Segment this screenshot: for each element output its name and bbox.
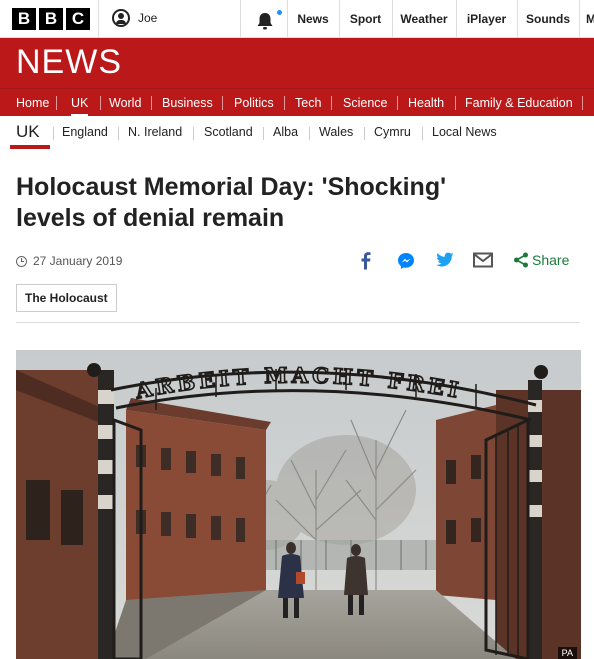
share-tools: Share (356, 250, 580, 272)
topnav-news[interactable]: News (287, 0, 339, 38)
nav-separator (582, 96, 583, 110)
nav-separator (151, 96, 152, 110)
news-logo[interactable]: NEWS (16, 43, 122, 82)
nav-separator (222, 96, 223, 110)
news-masthead: NEWS (0, 38, 594, 88)
subnav-n-ireland[interactable]: N. Ireland (128, 125, 182, 139)
twitter-icon[interactable] (436, 252, 454, 268)
logo-letter-b2: B (39, 8, 63, 30)
clock-icon (16, 255, 27, 267)
section-tech[interactable]: Tech (295, 89, 321, 117)
subnav-active-indicator (10, 145, 50, 149)
article-photo: ARBEIT MACHT FREI PA (16, 350, 581, 659)
subnav-scotland[interactable]: Scotland (204, 125, 253, 139)
section-politics[interactable]: Politics (234, 89, 274, 117)
topnav-sport[interactable]: Sport (339, 0, 392, 38)
subnav-separator (53, 127, 54, 140)
nav-separator (455, 96, 456, 110)
header-divider (240, 0, 241, 38)
notification-dot (277, 10, 282, 15)
headline-line-1: Holocaust Memorial Day: 'Shocking' (16, 173, 447, 201)
subnav-england[interactable]: England (62, 125, 108, 139)
logo-letter-b1: B (12, 8, 36, 30)
sub-nav: UK England N. Ireland Scotland Alba Wale… (0, 116, 594, 152)
nav-separator (284, 96, 285, 110)
photo-credit: PA (557, 647, 577, 659)
share-button[interactable]: Share (532, 252, 569, 268)
nav-separator (56, 96, 57, 110)
topnav-more[interactable]: M (586, 0, 594, 38)
share-icon[interactable] (513, 252, 529, 268)
nav-separator (100, 96, 101, 110)
nav-separator (397, 96, 398, 110)
topnav-iplayer[interactable]: iPlayer (456, 0, 517, 38)
topnav-sounds[interactable]: Sounds (517, 0, 579, 38)
header-divider (579, 0, 580, 38)
bell-icon[interactable] (254, 10, 276, 32)
section-family-education[interactable]: Family & Education (465, 89, 573, 117)
date-text: 27 January 2019 (33, 254, 123, 268)
topic-tag[interactable]: The Holocaust (16, 284, 117, 312)
subnav-separator (309, 127, 310, 140)
subnav-current-uk[interactable]: UK (16, 122, 40, 142)
section-rule (16, 322, 580, 323)
section-business[interactable]: Business (162, 89, 213, 117)
subnav-wales[interactable]: Wales (319, 125, 353, 139)
article-date: 27 January 2019 (16, 254, 122, 268)
account-link[interactable]: Joe (112, 9, 157, 27)
subnav-separator (422, 127, 423, 140)
topnav-weather[interactable]: Weather (392, 0, 456, 38)
section-uk[interactable]: UK (71, 89, 89, 117)
headline-line-2: levels of denial remain (16, 204, 285, 232)
header-divider (98, 0, 99, 38)
subnav-local-news[interactable]: Local News (432, 125, 497, 139)
section-home[interactable]: Home (16, 89, 49, 117)
messenger-icon[interactable] (397, 252, 415, 270)
section-world[interactable]: World (109, 89, 141, 117)
section-health[interactable]: Health (408, 89, 444, 117)
global-header: B B C Joe News Sport Weather iPlayer Sou… (0, 0, 594, 38)
subnav-cymru[interactable]: Cymru (374, 125, 411, 139)
subnav-separator (263, 127, 264, 140)
article-headline: Holocaust Memorial Day: 'Shocking' level… (16, 172, 536, 234)
facebook-icon[interactable] (360, 252, 372, 270)
section-nav: Home UK World Business Politics Tech Sci… (0, 88, 594, 117)
bbc-logo[interactable]: B B C (12, 8, 90, 30)
section-science[interactable]: Science (343, 89, 387, 117)
subnav-separator (193, 127, 194, 140)
subnav-alba[interactable]: Alba (273, 125, 298, 139)
email-icon[interactable] (473, 252, 493, 268)
logo-letter-c: C (66, 8, 90, 30)
user-icon (112, 9, 130, 27)
subnav-separator (364, 127, 365, 140)
nav-separator (331, 96, 332, 110)
subnav-separator (118, 127, 119, 140)
account-name: Joe (138, 11, 158, 25)
